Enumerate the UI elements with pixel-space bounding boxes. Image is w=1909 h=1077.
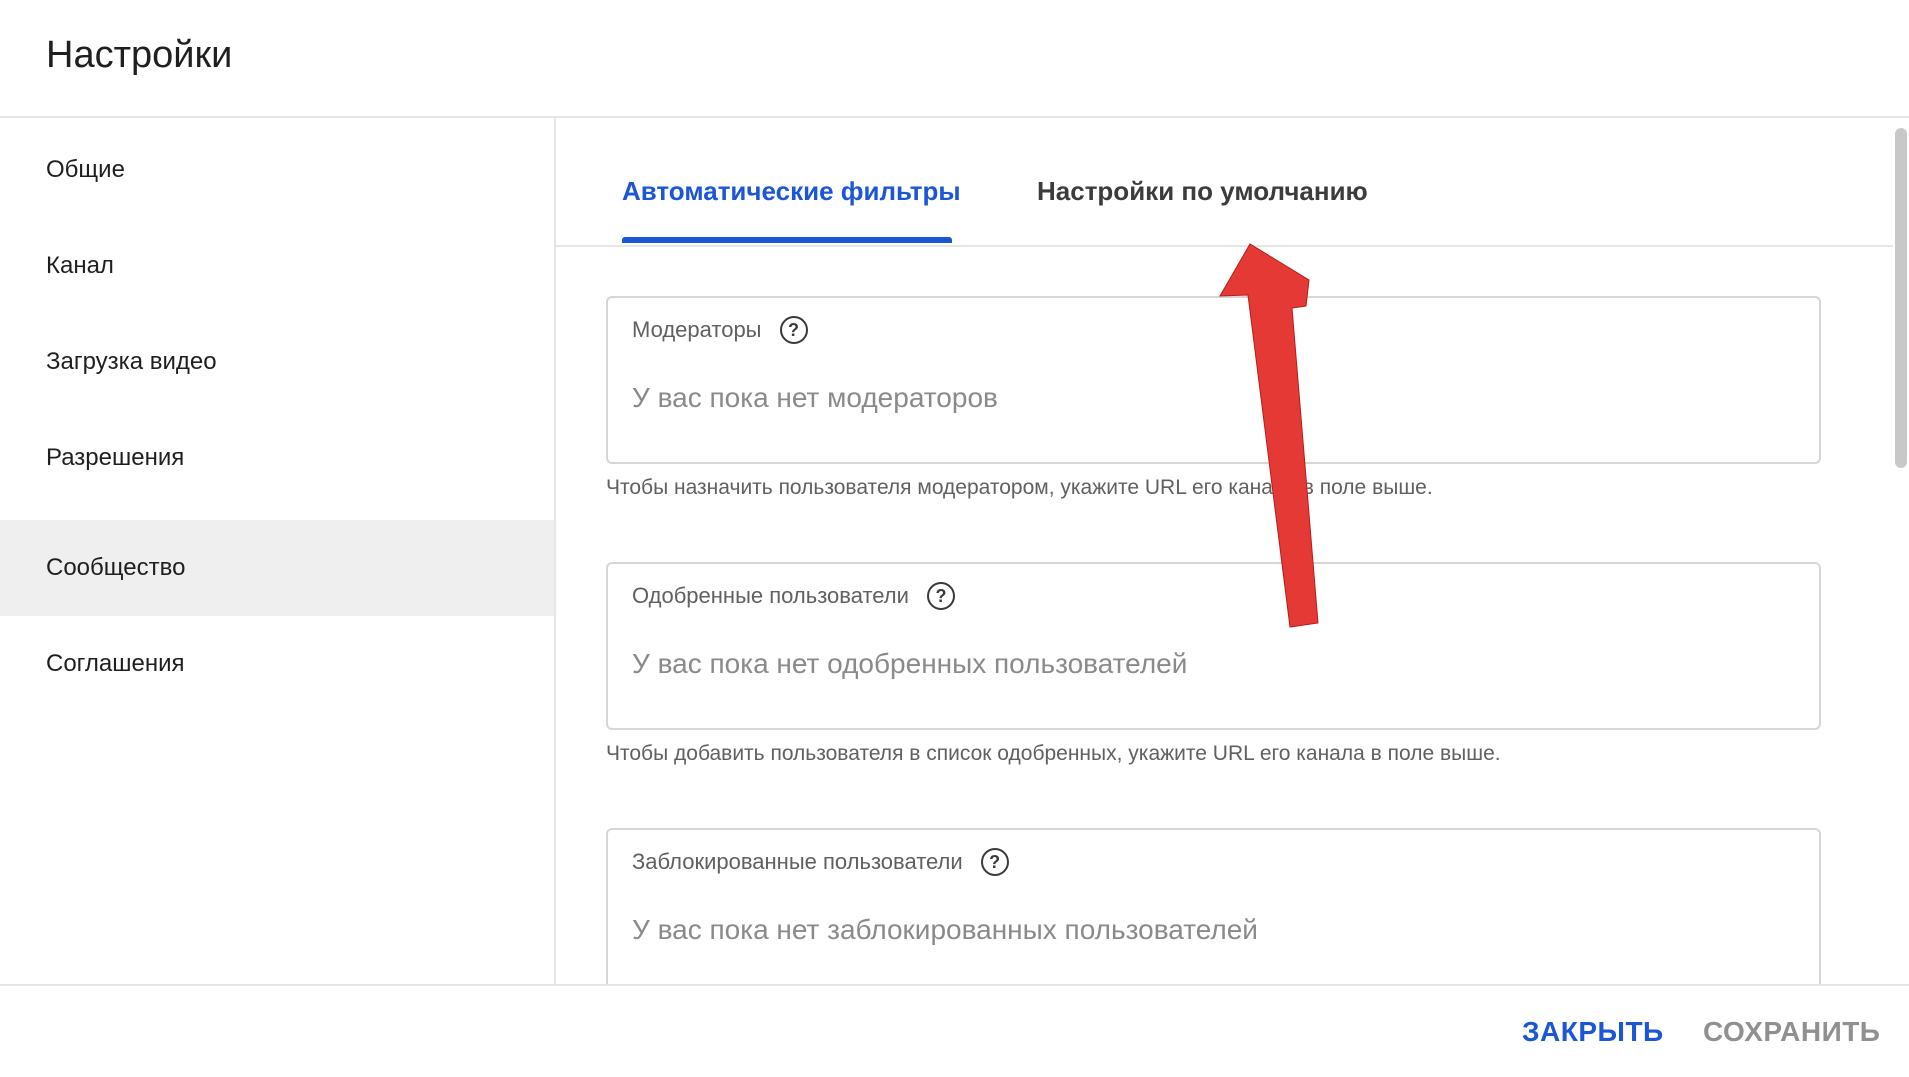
tab-bar: Автоматические фильтры Настройки по умол… [556,118,1893,247]
sidebar-item-label: Загрузка видео [46,348,217,375]
sidebar-item-upload-defaults[interactable]: Загрузка видео [0,314,554,410]
sidebar-item-permissions[interactable]: Разрешения [0,410,554,506]
approved-users-placeholder: У вас пока нет одобренных пользователей [632,648,1188,679]
sidebar-item-label: Общие [46,156,125,183]
dialog-header: Настройки [0,0,1909,118]
moderators-placeholder: У вас пока нет модераторов [632,382,998,413]
blocked-users-placeholder: У вас пока нет заблокированных пользоват… [632,914,1258,945]
help-icon[interactable]: ? [926,582,955,610]
sidebar-item-label: Канал [46,252,114,279]
settings-sidebar: Общие Канал Загрузка видео Разрешения Со… [0,118,556,984]
sidebar-item-general[interactable]: Общие [0,122,554,218]
save-button[interactable]: СОХРАНИТЬ [1703,1016,1880,1048]
approved-users-label: Одобренные пользователи ? [632,582,955,610]
scrollbar[interactable] [1893,118,1909,984]
moderators-hint: Чтобы назначить пользователя модератором… [606,476,1433,499]
sidebar-item-channel[interactable]: Канал [0,218,554,314]
tab-automatic-filters[interactable]: Автоматические фильтры [622,176,961,207]
moderators-field[interactable]: Модераторы ? У вас пока нет модераторов [606,296,1821,464]
field-label-text: Одобренные пользователи [632,583,909,608]
close-button[interactable]: ЗАКРЫТЬ [1522,1016,1664,1048]
community-settings-panel: Автоматические фильтры Настройки по умол… [556,118,1909,984]
moderators-label: Модераторы ? [632,316,808,344]
page-title: Настройки [46,34,233,76]
blocked-users-label: Заблокированные пользователи ? [632,848,1009,876]
sidebar-item-label: Соглашения [46,650,185,677]
sidebar-item-label: Сообщество [46,554,186,581]
active-tab-indicator [622,237,952,243]
settings-dialog: Настройки Общие Канал Загрузка видео Раз… [0,0,1909,1077]
help-icon[interactable]: ? [980,848,1009,876]
field-label-text: Модераторы [632,317,762,342]
dialog-footer: ЗАКРЫТЬ СОХРАНИТЬ [0,984,1909,1077]
field-label-text: Заблокированные пользователи [632,849,963,874]
approved-users-hint: Чтобы добавить пользователя в список одо… [606,742,1501,765]
approved-users-field[interactable]: Одобренные пользователи ? У вас пока нет… [606,562,1821,730]
sidebar-item-agreements[interactable]: Соглашения [0,616,554,712]
sidebar-item-label: Разрешения [46,444,185,471]
help-icon[interactable]: ? [779,316,808,344]
tab-defaults[interactable]: Настройки по умолчанию [1037,176,1368,207]
blocked-users-field[interactable]: Заблокированные пользователи ? У вас пок… [606,828,1821,984]
scrollbar-thumb[interactable] [1895,128,1907,468]
sidebar-item-community[interactable]: Сообщество [0,520,554,616]
